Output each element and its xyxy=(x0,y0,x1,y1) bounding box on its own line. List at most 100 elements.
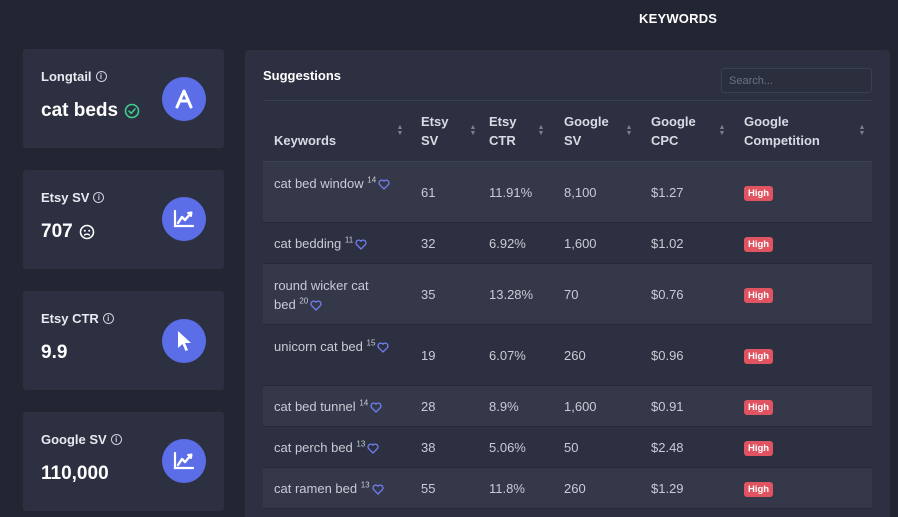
sort-icon[interactable]: ▲ ▼ xyxy=(537,124,545,137)
column-header-google-cpc[interactable]: Google CPC xyxy=(651,112,707,150)
keyword-cell[interactable]: cat bedding 11 xyxy=(274,234,392,253)
keyword-cell[interactable]: cat ramen bed 13 xyxy=(274,479,392,498)
info-icon[interactable]: i xyxy=(95,71,107,82)
table-header: Keywords ▲ ▼ Etsy SV ▲ ▼ Etsy CTR ▲ ▼ Googl… xyxy=(263,100,872,162)
column-header-keywords[interactable]: Keywords xyxy=(274,131,384,150)
suggestions-panel: Suggestions Keywords ▲▼ Etsy SV ▲▼ Etsy … xyxy=(245,50,890,517)
page-title: KEYWORDS xyxy=(639,11,718,26)
keyword-count: 14 xyxy=(359,398,369,408)
google-sv-cell: 1,600 xyxy=(564,398,597,414)
keyword-count: 15 xyxy=(366,338,376,348)
google-cpc-cell: $1.29 xyxy=(651,480,684,496)
stat-value: cat beds xyxy=(41,100,119,121)
column-header-google-sv[interactable]: Google SV xyxy=(564,112,620,150)
stat-value: 110,000 xyxy=(41,463,109,484)
etsy-sv-cell: 61 xyxy=(421,184,436,200)
sort-icon[interactable]: ▲ ▼ xyxy=(469,124,477,137)
keyword-count: 20 xyxy=(299,296,309,306)
keyword-text[interactable]: cat bedding xyxy=(274,236,341,251)
etsy-ctr-cell: 5.06% xyxy=(489,439,526,455)
etsy-ctr-cell: 6.07% xyxy=(489,347,526,363)
check-circle-icon xyxy=(124,103,140,119)
etsy-sv-cell: 19 xyxy=(421,347,436,363)
heart-icon[interactable] xyxy=(377,342,390,353)
etsy-sv-cell: 55 xyxy=(421,480,436,496)
table-body: cat bed window 14 61 11.91% 8,100 $1.27 High c… xyxy=(263,162,872,509)
sort-icon[interactable]: ▲ ▼ xyxy=(396,124,404,137)
sort-icon[interactable]: ▲ ▼ xyxy=(858,124,866,137)
table-row[interactable]: unicorn cat bed 15 19 6.07% 260 $0.96 High xyxy=(263,325,872,386)
table-row[interactable]: cat ramen bed 13 55 11.8% 260 $1.29 High xyxy=(263,468,872,509)
stat-value: 9.9 xyxy=(41,342,68,363)
sort-icon[interactable]: ▲ ▼ xyxy=(718,124,726,137)
heart-icon[interactable] xyxy=(367,443,379,454)
heart-icon[interactable] xyxy=(310,300,322,311)
table-row[interactable]: cat bedding 11 32 6.92% 1,600 $1.02 High xyxy=(263,223,872,264)
letter-a-icon xyxy=(162,77,206,121)
sort-icon[interactable]: ▲ ▼ xyxy=(625,124,633,137)
panel-title: Suggestions xyxy=(263,68,342,83)
competition-badge: High xyxy=(744,287,774,303)
etsy-sv-cell: 38 xyxy=(421,439,436,455)
table-row[interactable]: cat perch bed 13 38 5.06% 50 $2.48 High xyxy=(263,427,872,468)
google-cpc-cell: $0.91 xyxy=(651,398,684,414)
etsy-ctr-cell: 8.9% xyxy=(489,398,519,414)
keyword-cell[interactable]: round wicker cat bed 20 xyxy=(274,276,392,314)
keyword-text[interactable]: unicorn cat bed xyxy=(274,339,363,354)
search-input[interactable] xyxy=(721,68,872,93)
cursor-pointer-icon xyxy=(162,319,206,363)
google-sv-cell: 70 xyxy=(564,286,579,302)
keyword-text[interactable]: cat ramen bed xyxy=(274,481,357,496)
competition-badge: High xyxy=(744,185,774,201)
stat-label: Etsy CTR xyxy=(41,311,99,326)
competition-badge: High xyxy=(744,348,774,364)
competition-badge: High xyxy=(744,399,774,415)
google-sv-cell: 1,600 xyxy=(564,235,597,251)
stat-label: Google SV xyxy=(41,432,107,447)
info-icon[interactable]: i xyxy=(93,192,105,203)
stat-label: Etsy SV xyxy=(41,190,90,205)
keyword-count: 13 xyxy=(360,480,370,490)
column-header-etsy-ctr[interactable]: Etsy CTR xyxy=(489,112,529,150)
google-sv-cell: 50 xyxy=(564,439,579,455)
etsy-ctr-cell: 11.8% xyxy=(489,480,525,496)
info-icon[interactable]: i xyxy=(110,434,122,445)
keyword-cell[interactable]: cat perch bed 13 xyxy=(274,438,392,457)
keyword-text[interactable]: cat bed window xyxy=(274,176,364,191)
competition-badge: High xyxy=(744,236,774,252)
table-row[interactable]: cat bed window 14 61 11.91% 8,100 $1.27 High xyxy=(263,162,872,223)
heart-icon[interactable] xyxy=(378,179,390,190)
google-cpc-cell: $1.27 xyxy=(651,184,684,200)
trend-chart-icon xyxy=(162,439,206,483)
stat-value: 707 xyxy=(41,221,73,242)
google-cpc-cell: $1.02 xyxy=(651,235,684,251)
keyword-count: 14 xyxy=(367,175,377,185)
keyword-cell[interactable]: cat bed window 14 xyxy=(274,174,392,193)
table-row[interactable]: round wicker cat bed 20 35 13.28% 70 $0.76 Hi… xyxy=(263,264,872,325)
competition-badge: High xyxy=(744,481,774,497)
etsy-ctr-cell: 11.91% xyxy=(489,184,533,200)
keyword-text[interactable]: cat perch bed xyxy=(274,440,353,455)
etsy-ctr-cell: 13.28% xyxy=(489,286,534,302)
stat-card-etsy-ctr: Etsy CTR i 9.9 xyxy=(23,291,224,390)
stat-card-longtail: Longtail i cat beds xyxy=(23,49,224,148)
info-icon[interactable]: i xyxy=(102,313,114,324)
neutral-face-icon xyxy=(79,224,95,240)
etsy-ctr-cell: 6.92% xyxy=(489,235,526,251)
keyword-text[interactable]: cat bed tunnel xyxy=(274,399,356,414)
keyword-cell[interactable]: unicorn cat bed 15 xyxy=(274,337,392,356)
column-header-etsy-sv[interactable]: Etsy SV xyxy=(421,112,461,150)
heart-icon[interactable] xyxy=(372,484,384,495)
stat-card-google-sv: Google SV i 110,000 xyxy=(23,412,224,511)
google-sv-cell: 260 xyxy=(564,347,586,363)
keyword-count: 13 xyxy=(356,439,366,449)
google-sv-cell: 8,100 xyxy=(564,184,597,200)
google-cpc-cell: $0.76 xyxy=(651,286,684,302)
table-row[interactable]: cat bed tunnel 14 28 8.9% 1,600 $0.91 High xyxy=(263,386,872,427)
google-sv-cell: 260 xyxy=(564,480,586,496)
keyword-cell[interactable]: cat bed tunnel 14 xyxy=(274,397,392,416)
column-header-google-competition[interactable]: Google Competition xyxy=(744,112,844,150)
heart-icon[interactable] xyxy=(355,239,367,250)
competition-badge: High xyxy=(744,440,774,456)
heart-icon[interactable] xyxy=(370,402,382,413)
